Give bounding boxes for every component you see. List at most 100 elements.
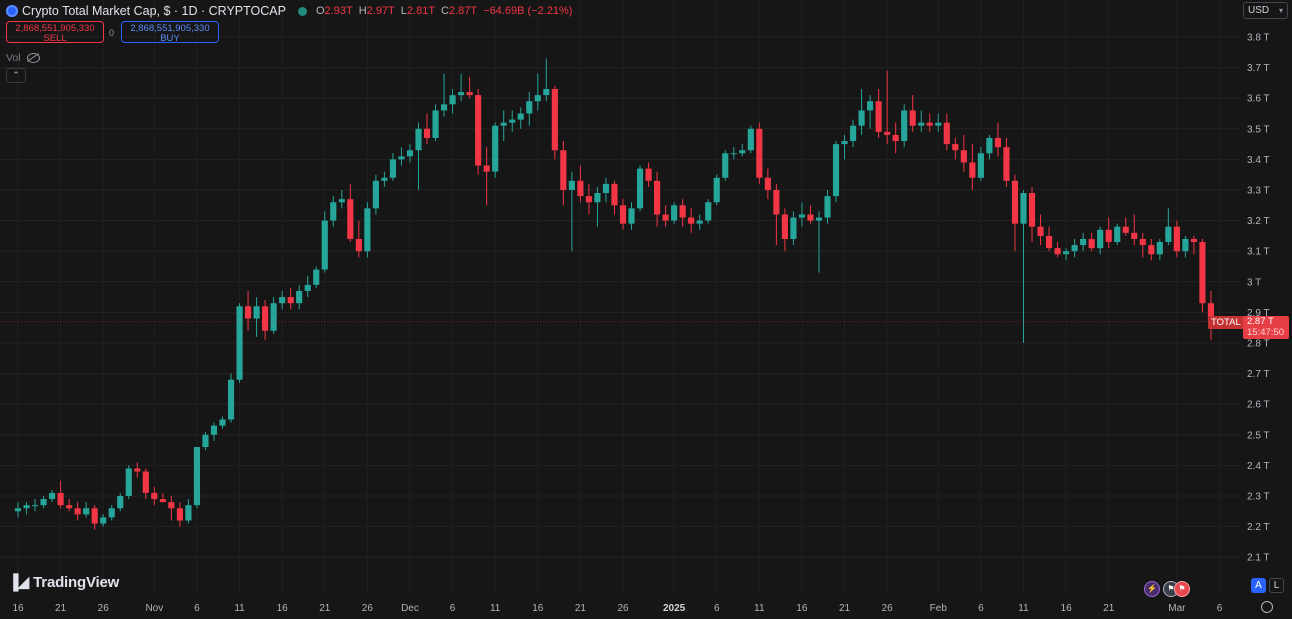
candle-body [227,379,235,420]
candle-body [628,208,635,224]
x-tick-label: 11 [234,603,245,614]
hide-eye-icon[interactable] [26,53,40,63]
candle [313,266,320,288]
candle-body [466,92,473,96]
candle-body [645,168,652,181]
tradingview-logo: ▐◢ TradingView [8,573,119,592]
candle [415,122,422,190]
candle-body [867,101,874,111]
candle-body [935,122,942,126]
y-tick-label: 3.6 T [1247,94,1270,105]
x-tick-label: 16 [277,603,289,614]
currency-select[interactable]: USD ▾ [1243,2,1288,19]
candle [713,174,720,206]
candle-body [1156,242,1163,255]
y-tick-label: 2.3 T [1247,492,1270,503]
candle-body [1131,232,1138,239]
candle [193,447,201,509]
candle [952,137,959,160]
candle-body [117,496,124,509]
candle [875,89,882,138]
lightning-event-icon[interactable]: ⚡ [1144,581,1160,597]
candle-body [389,159,396,178]
candle [764,168,771,200]
candle [688,208,695,233]
candle-body [168,502,175,509]
candle-body [355,238,362,252]
candle [1054,242,1061,258]
gear-icon[interactable] [1261,601,1273,613]
candle [432,104,439,142]
candle [1003,137,1010,187]
candle-body [159,499,166,503]
candle [100,514,107,527]
candle-body [304,284,311,291]
candle [483,147,490,206]
candle-body [602,183,610,194]
candle-body [909,110,916,126]
candle-body [952,144,959,151]
candle [798,202,806,227]
buy-button[interactable]: 2,868,551,905,330 BUY [121,21,219,44]
candle-body [1139,238,1146,246]
candle [909,95,916,132]
candle [1011,174,1019,252]
auto-scale-button[interactable]: A [1251,578,1266,593]
event-icons[interactable]: ⚡ ⚑ ⚑ [1144,581,1193,597]
candle-body [1071,245,1078,252]
candle [551,85,558,160]
candle [279,290,286,310]
candle-body [321,220,328,270]
candle-body [176,508,183,521]
sell-button[interactable]: 2,868,551,905,330 SELL [6,21,104,44]
candle [560,141,567,206]
candle [867,95,874,129]
ohlc-change: −64.69B (−2.21%) [483,5,573,17]
x-tick-label: 21 [839,603,851,614]
price-axis: 2.1 T 2.2 T 2.3 T 2.4 T 2.5 T 2.6 T 2.7 T 2.8 T… [1247,33,1270,564]
candle [884,70,891,145]
candle [398,147,405,166]
candle [14,502,22,518]
candle-body [219,419,226,426]
candle [151,486,158,506]
candle [901,104,908,148]
candle-body [747,128,754,151]
candle [994,122,1001,157]
candle [577,165,584,203]
price-chart[interactable]: 2.1 T 2.2 T 2.3 T 2.4 T 2.5 T 2.6 T 2.7 T 2.8 T… [0,0,1292,619]
candle-body [832,144,840,197]
candle-body [739,150,746,154]
candle [790,211,797,246]
candle [739,144,746,157]
candle-body [636,168,644,209]
candle-body [364,208,371,252]
y-tick-label: 2.5 T [1247,430,1270,441]
candle-body [1105,229,1112,243]
candle-body [509,119,516,123]
flag-event-icon-2[interactable]: ⚑ [1174,581,1190,597]
candle-body [49,492,56,500]
log-scale-button[interactable]: L [1269,578,1284,593]
spread-value: 0 [109,28,115,38]
candle-body [560,150,567,190]
candle-body [398,156,405,160]
candle [943,113,950,151]
candle [1088,232,1095,252]
candle [1131,214,1138,246]
candle [568,171,575,252]
volume-legend[interactable]: Vol [6,52,40,64]
x-tick-label: Feb [930,603,948,614]
collapse-legend-button[interactable]: ⌃ [6,68,26,83]
y-tick-label: 3.1 T [1247,247,1270,258]
symbol-title[interactable]: Crypto Total Market Cap, $ · 1D · CRYPTO… [22,4,286,18]
candle [892,122,899,154]
candle-body [210,425,218,435]
candle-body [1080,238,1087,246]
candle [1114,223,1121,246]
candle-body [926,122,933,126]
candle-body [432,110,439,138]
candle [31,499,39,512]
candle-body [330,202,337,221]
symbol-header: Crypto Total Market Cap, $ · 1D · CRYPTO… [6,3,572,19]
